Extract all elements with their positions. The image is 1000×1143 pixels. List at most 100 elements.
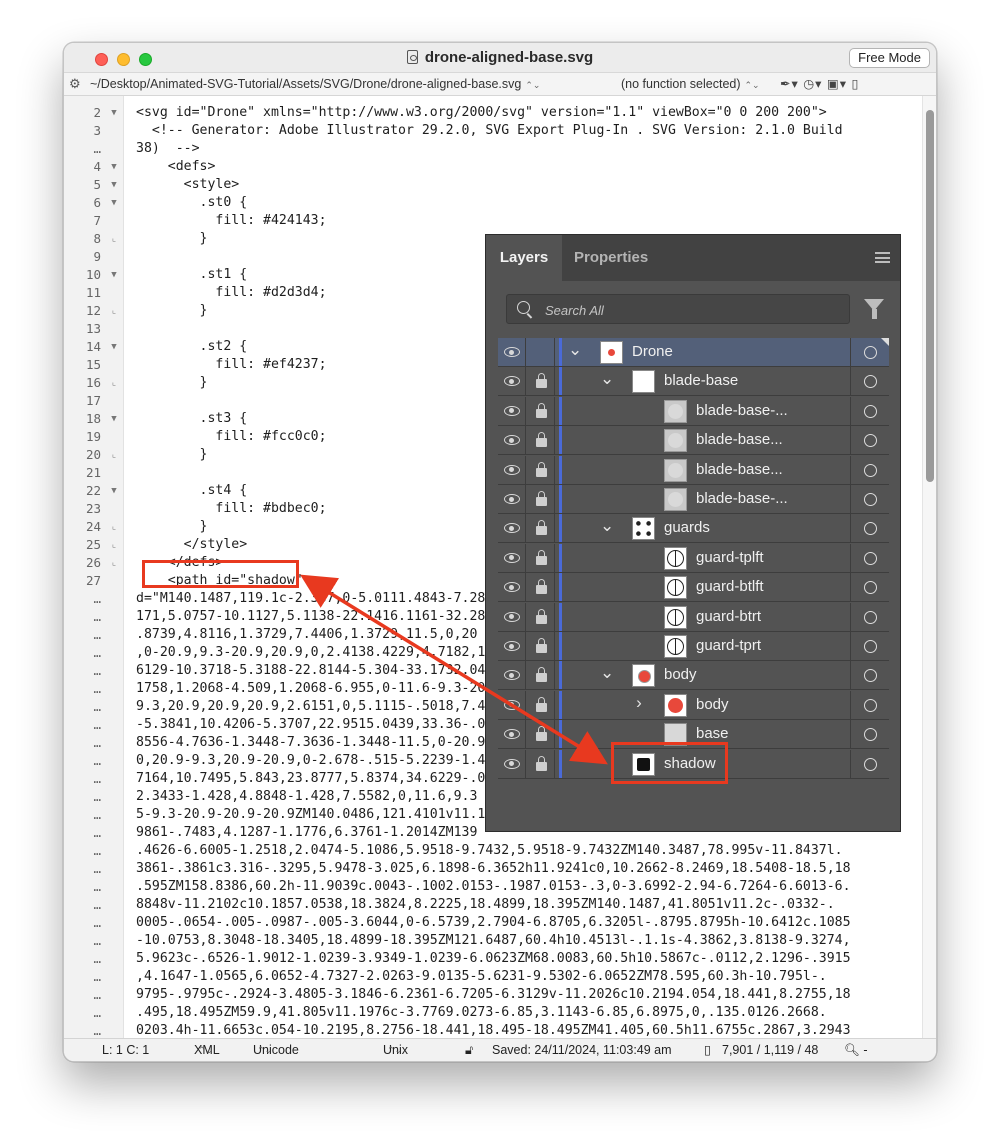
gear-icon[interactable]: ⚙ [69,73,81,95]
lock-toggle[interactable] [527,367,555,396]
layer-row[interactable]: ⌄ body [498,661,889,691]
lock-toggle[interactable] [527,720,555,749]
layer-row[interactable]: ⌄ Drone [498,338,889,367]
filter-icon[interactable] [864,299,884,319]
search-icon[interactable]: 🔍︎ - [844,1039,868,1061]
target-circle-icon[interactable] [850,661,889,690]
layer-row[interactable]: › body [498,690,889,720]
visibility-toggle[interactable] [498,720,526,749]
code-line[interactable]: … ,4.1647-1.0565,6.0652-4.7327-2.0263-9.0… [64,968,864,986]
code-line[interactable]: … .595ZM158.8386,60.2h-11.9039c.0043-.100… [64,878,864,896]
layer-row[interactable]: guard-btlft [498,573,889,603]
marker-icon[interactable]: ✒▾ [780,77,799,91]
scrollbar-thumb[interactable] [926,110,934,482]
visibility-toggle[interactable] [498,632,526,660]
lock-toggle[interactable] [527,632,555,660]
layer-name[interactable]: Drone [632,343,673,360]
code-line[interactable]: 5 ▼ <style> [64,176,864,194]
target-circle-icon[interactable] [850,455,889,484]
lock-icon[interactable]: 🔓︎ [465,1039,473,1061]
lock-toggle[interactable] [527,485,555,513]
code-line[interactable]: 7 fill: #424143; [64,212,864,230]
target-circle-icon[interactable] [850,338,889,366]
layer-name[interactable]: body [664,666,697,683]
chevron-down-icon[interactable]: ⌄ [600,369,614,389]
code-line[interactable]: 4 ▼ <defs> [64,158,864,176]
layer-row[interactable]: blade-base... [498,455,889,485]
fold-disclosure-icon[interactable]: ▼ [109,104,119,122]
layer-name[interactable]: blade-base-... [696,402,788,419]
lock-toggle[interactable] [527,543,555,572]
vertical-scrollbar[interactable] [922,96,936,1040]
code-line[interactable]: … -10.0753,8.3048-18.3405,18.4899-18.395Z… [64,932,864,950]
layer-name[interactable]: blade-base... [696,461,783,478]
code-line[interactable]: … 3861-.3861c3.316-.3295,5.9478-3.025,6.1… [64,860,864,878]
visibility-toggle[interactable] [498,396,526,425]
visibility-toggle[interactable] [498,367,526,396]
code-line[interactable]: … .495,18.495ZM59.9,41.805v11.1976c-3.776… [64,1004,864,1022]
layer-name[interactable]: guard-tprt [696,637,761,654]
lock-toggle[interactable] [527,602,555,631]
target-circle-icon[interactable] [850,602,889,631]
fold-disclosure-icon[interactable]: ▼ [109,194,119,212]
code-line[interactable]: 2 ▼ <svg id="Drone" xmlns="http://www.w3.o… [64,104,864,122]
layer-name[interactable]: guard-tplft [696,549,764,566]
document-icon[interactable]: ▯ [851,77,859,91]
lock-toggle[interactable] [527,690,555,719]
document-counts[interactable]: 7,901 / 1,119 / 48 [722,1039,818,1061]
lock-toggle[interactable] [527,514,555,543]
tab-properties[interactable]: Properties [574,235,648,281]
chevron-down-icon[interactable]: ⌄ [600,516,614,536]
lock-toggle[interactable] [527,661,555,690]
file-path-popup[interactable]: ~/Desktop/Animated-SVG-Tutorial/Assets/S… [90,73,540,96]
layer-row[interactable]: guard-tplft [498,543,889,573]
lock-toggle[interactable] [527,396,555,425]
visibility-toggle[interactable] [498,749,526,778]
layer-row[interactable]: blade-base... [498,426,889,456]
lock-toggle[interactable] [527,455,555,484]
lock-toggle[interactable] [527,426,555,455]
layer-row[interactable]: ⌄ guards [498,514,889,544]
layer-name[interactable]: blade-base [664,372,738,389]
layer-row[interactable]: blade-base-... [498,485,889,514]
target-circle-icon[interactable] [850,720,889,749]
layers-search[interactable] [506,294,850,324]
target-circle-icon[interactable] [850,396,889,425]
target-circle-icon[interactable] [850,485,889,513]
fold-disclosure-icon[interactable]: ▼ [109,176,119,194]
tab-layers[interactable]: Layers [486,235,562,281]
target-circle-icon[interactable] [850,690,889,719]
fold-disclosure-icon[interactable]: ▼ [109,338,119,356]
code-line[interactable]: … .4626-6.6005-1.2518,2.0474-5.1086,5.951… [64,842,864,860]
fold-disclosure-icon[interactable]: ▼ [109,482,119,500]
target-circle-icon[interactable] [850,514,889,543]
layer-row[interactable]: guard-tprt [498,632,889,661]
free-mode-button[interactable]: Free Mode [849,48,930,68]
layer-row[interactable]: ⌄ blade-base [498,367,889,397]
code-line[interactable]: 3 <!-- Generator: Adobe Illustrator 29.2… [64,122,864,140]
layer-name[interactable]: blade-base... [696,431,783,448]
code-line[interactable]: … 0005-.0654-.005-.0987-.005-3.6044,0-6.5… [64,914,864,932]
fold-disclosure-icon[interactable]: ▼ [109,158,119,176]
visibility-toggle[interactable] [498,661,526,690]
lock-toggle[interactable] [527,573,555,602]
code-line[interactable]: … 8848v-11.2102c10.1857.0538,18.3824,8.22… [64,896,864,914]
layer-row[interactable]: guard-btrt [498,602,889,632]
visibility-toggle[interactable] [498,455,526,484]
visibility-toggle[interactable] [498,602,526,631]
visibility-toggle[interactable] [498,426,526,455]
layer-name[interactable]: guards [664,519,710,536]
visibility-toggle[interactable] [498,573,526,602]
fold-disclosure-icon[interactable]: ▼ [109,266,119,284]
visibility-toggle[interactable] [498,485,526,513]
lock-toggle[interactable] [527,338,555,366]
lock-toggle[interactable] [527,749,555,778]
chevron-down-icon[interactable]: ⌄ [568,340,582,360]
panel-menu-icon[interactable] [875,252,890,263]
layer-name[interactable]: guard-btlft [696,578,764,595]
visibility-toggle[interactable] [498,514,526,543]
target-circle-icon[interactable] [850,543,889,572]
code-line[interactable]: … 5.9623c-.6526-1.9012-1.0239-3.9349-1.02… [64,950,864,968]
chevron-down-icon[interactable]: ⌄ [600,663,614,683]
fold-disclosure-icon[interactable]: ▼ [109,410,119,428]
